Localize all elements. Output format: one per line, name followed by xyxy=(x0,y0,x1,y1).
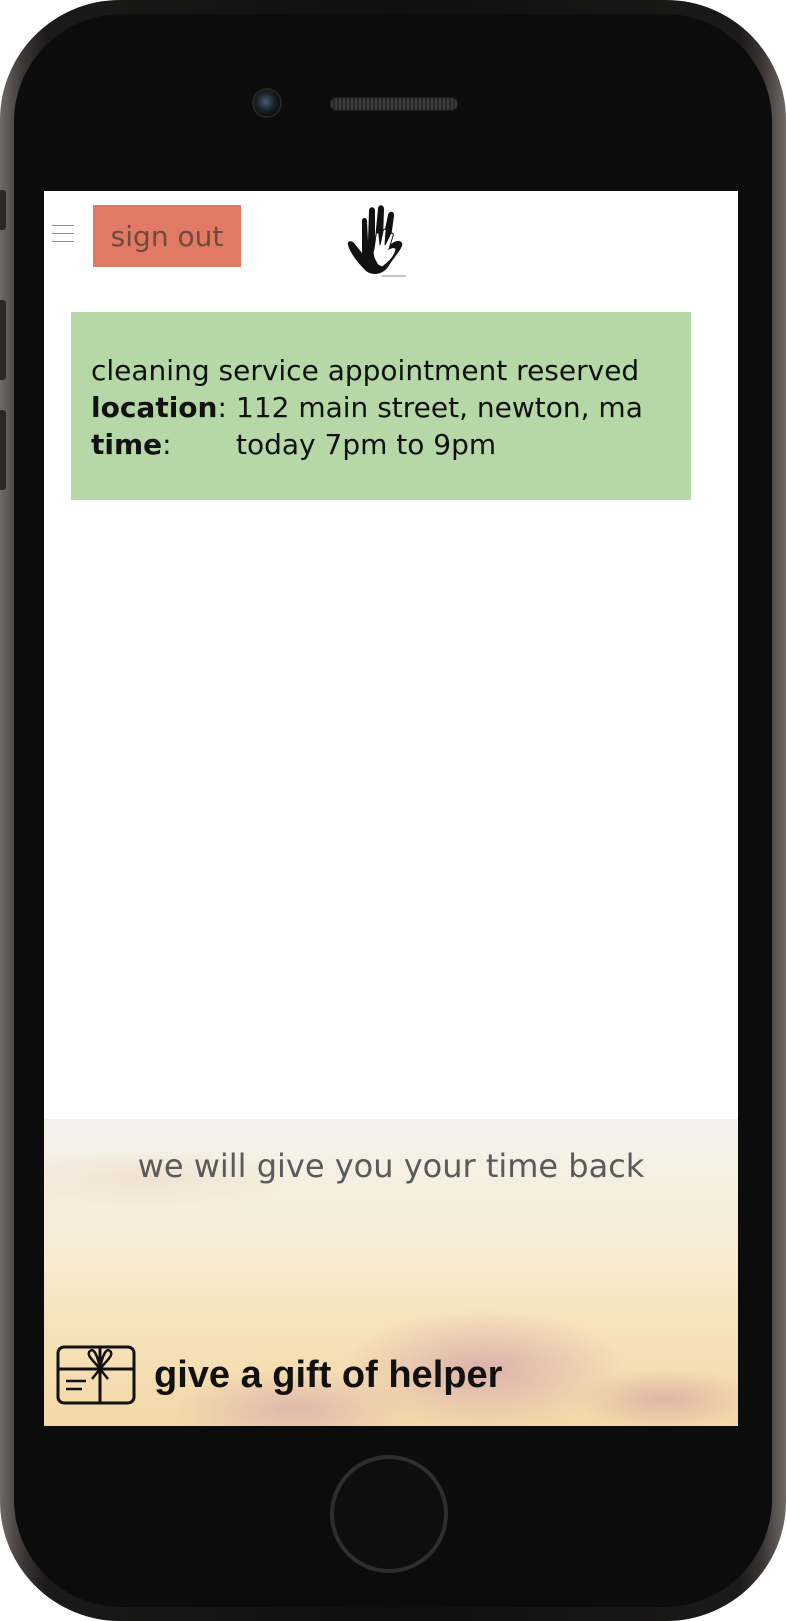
hamburger-menu-icon[interactable] xyxy=(52,225,74,243)
earpiece-speaker xyxy=(330,97,458,111)
time-row: time: today 7pm to 9pm xyxy=(91,428,497,461)
time-value: today 7pm to 9pm xyxy=(236,428,497,461)
gift-helper-link[interactable]: give a gift of helper xyxy=(56,1345,502,1405)
location-label: location xyxy=(91,391,218,424)
home-button[interactable] xyxy=(330,1455,448,1573)
volume-down-button xyxy=(0,410,6,490)
time-label: time xyxy=(91,428,163,461)
location-value: 112 main street, newton, ma xyxy=(236,391,643,424)
volume-up-button xyxy=(0,300,6,380)
appointment-confirmation: cleaning service appointment reserved lo… xyxy=(71,312,691,500)
helping-hands-logo xyxy=(347,205,406,277)
gift-card-icon xyxy=(56,1345,136,1405)
location-row: location: 112 main street, newton, ma xyxy=(91,391,643,424)
confirmation-message: cleaning service appointment reserved xyxy=(91,354,640,387)
front-camera xyxy=(252,88,282,118)
sign-out-button[interactable]: sign out xyxy=(93,205,241,267)
app-screen: sign out cleaning service appointment re… xyxy=(44,191,738,1426)
gift-helper-label: give a gift of helper xyxy=(154,1353,503,1396)
tagline: we will give you your time back xyxy=(137,1147,645,1185)
mute-switch xyxy=(0,190,6,230)
sunset-banner: we will give you your time back give a g… xyxy=(44,1119,738,1426)
phone-frame: sign out cleaning service appointment re… xyxy=(0,0,786,1621)
